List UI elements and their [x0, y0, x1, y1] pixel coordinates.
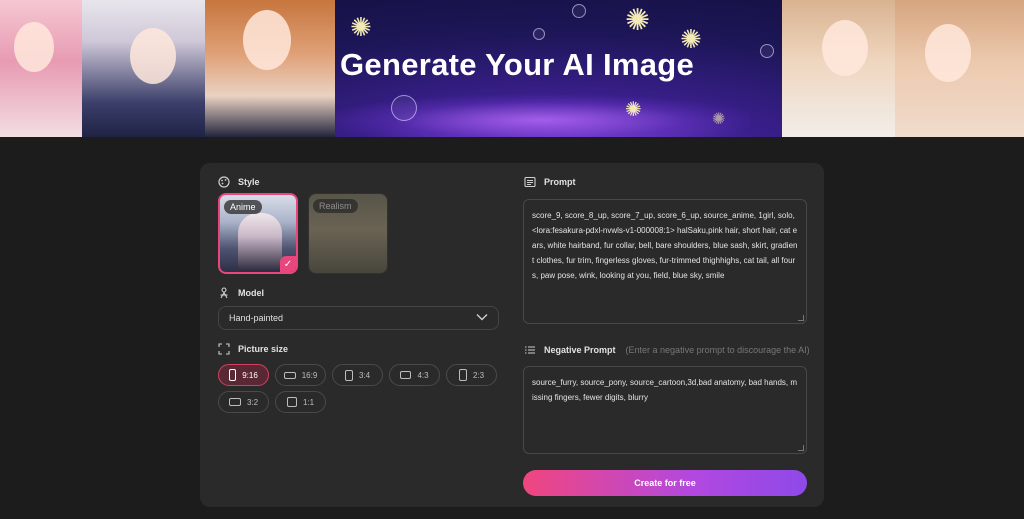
firework-icon: ✺	[625, 99, 642, 121]
negative-prompt-label-row: Negative Prompt (Enter a negative prompt…	[524, 344, 810, 356]
size-option-16-9[interactable]: 16:9	[275, 364, 326, 386]
picture-size-label: Picture size	[238, 344, 289, 354]
size-option-label: 4:3	[417, 370, 429, 380]
landscape-ratio-icon	[283, 371, 296, 379]
size-option-label: 2:3	[472, 370, 485, 380]
picture-size-label-row: Picture size	[218, 343, 288, 355]
size-option-label: 3:4	[358, 370, 371, 380]
negative-prompt-textarea[interactable]: source_furry, source_pony, source_cartoo…	[523, 366, 807, 454]
prompt-label: Prompt	[544, 177, 576, 187]
chevron-down-icon	[476, 313, 488, 323]
portrait-ratio-icon	[344, 369, 353, 381]
size-option-4-3[interactable]: 4:3	[389, 364, 440, 386]
palette-icon	[218, 176, 230, 188]
size-option-2-3[interactable]: 2:3	[446, 364, 497, 386]
landscape-ratio-icon	[400, 371, 412, 379]
landscape-ratio-icon	[228, 398, 241, 406]
model-icon	[218, 287, 230, 299]
style-option-realism[interactable]: Realism	[308, 193, 388, 274]
resize-handle-icon[interactable]	[798, 315, 804, 321]
model-label: Model	[238, 288, 264, 298]
bubble	[533, 28, 545, 40]
banner-portrait-2	[82, 0, 212, 137]
style-label: Style	[238, 177, 260, 187]
create-button[interactable]: Create for free	[523, 470, 807, 496]
bubble	[391, 95, 417, 121]
size-option-label: 1:1	[302, 397, 315, 407]
anime-thumbnail	[238, 213, 282, 271]
size-option-3-4[interactable]: 3:4	[332, 364, 383, 386]
hero-banner: ✺ ✺ ✺ ✺ ✺ Generate Your AI Image	[0, 0, 1024, 137]
banner-portrait-4	[782, 0, 900, 137]
model-select[interactable]: Hand-painted	[218, 306, 499, 330]
square-ratio-icon	[286, 397, 297, 407]
list-icon	[524, 344, 536, 356]
model-select-value: Hand-painted	[229, 313, 284, 323]
prompt-textarea[interactable]: score_9, score_8_up, score_7_up, score_6…	[523, 199, 807, 324]
resize-handle-icon[interactable]	[798, 445, 804, 451]
prompt-text: score_9, score_8_up, score_7_up, score_6…	[532, 211, 798, 280]
size-option-1-1[interactable]: 1:1	[275, 391, 326, 413]
banner-title: Generate Your AI Image	[340, 47, 695, 82]
bubble	[760, 44, 774, 58]
banner-portrait-5	[895, 0, 1024, 137]
bubble	[572, 4, 586, 18]
size-option-9-16[interactable]: 9:16	[218, 364, 269, 386]
size-option-label: 9:16	[242, 370, 258, 380]
negative-prompt-text: source_furry, source_pony, source_cartoo…	[532, 378, 798, 402]
banner-portrait-3	[205, 0, 335, 137]
size-option-label: 16:9	[301, 370, 318, 380]
negative-prompt-label: Negative Prompt	[544, 345, 616, 355]
portrait-ratio-icon	[458, 369, 467, 381]
model-label-row: Model	[218, 287, 264, 299]
check-icon: ✓	[280, 256, 296, 272]
size-option-label: 3:2	[246, 397, 259, 407]
size-option-3-2[interactable]: 3:2	[218, 391, 269, 413]
negative-prompt-hint: (Enter a negative prompt to discourage t…	[625, 345, 810, 355]
document-icon	[524, 176, 536, 188]
crop-frame-icon	[218, 343, 230, 355]
firework-icon: ✺	[625, 4, 651, 37]
style-option-label: Anime	[224, 200, 262, 214]
portrait-ratio-icon	[229, 369, 237, 381]
prompt-label-row: Prompt	[524, 176, 576, 188]
firework-icon: ✺	[712, 111, 726, 128]
style-label-row: Style	[218, 176, 260, 188]
style-option-anime[interactable]: Anime ✓	[218, 193, 298, 274]
style-option-label: Realism	[313, 199, 358, 213]
firework-icon: ✺	[350, 12, 372, 42]
banner-portrait-1	[0, 0, 92, 137]
